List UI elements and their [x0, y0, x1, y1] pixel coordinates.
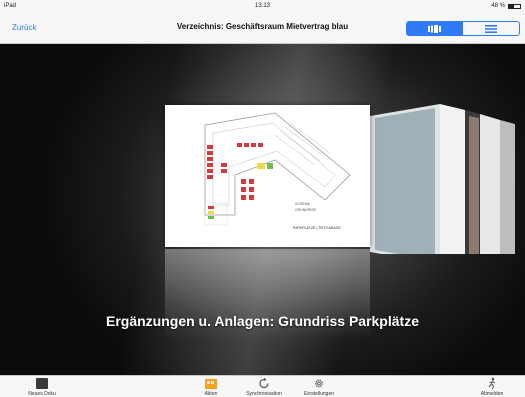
tab-new-document[interactable]: Neues Doku	[12, 377, 72, 397]
gear-icon	[315, 379, 323, 388]
document-coverflow[interactable]: SCHEMA GRUNDRISS PARKPLÄTZE | TIEFGARAGE…	[0, 44, 525, 375]
document-icon	[36, 378, 48, 389]
clock: 13:13	[254, 3, 270, 9]
tab-sync[interactable]: Synchronisation	[234, 377, 294, 397]
tab-logout[interactable]: Abmelden	[462, 377, 522, 397]
tab-settings[interactable]: Einstellungen	[289, 377, 349, 397]
coverflow-view-button[interactable]	[407, 22, 463, 35]
tab-settings-label: Einstellungen	[303, 391, 335, 397]
coverflow-icon	[428, 24, 441, 33]
navigation-bar: Zurück Verzeichnis: Geschäftsraum Mietve…	[0, 12, 525, 44]
folder-icon	[205, 379, 217, 389]
list-view-button[interactable]	[463, 22, 519, 35]
battery-status: 48 %	[491, 3, 521, 9]
plan-label-schema: SCHEMA	[295, 202, 311, 206]
tab-logout-label: Abmelden	[480, 391, 504, 397]
stacked-documents[interactable]	[365, 104, 525, 254]
battery-icon	[508, 3, 521, 9]
battery-percent: 48 %	[491, 3, 505, 9]
plan-label-grundriss: GRUNDRISS	[295, 208, 317, 212]
logout-icon	[488, 377, 496, 390]
document-caption: Ergänzungen u. Anlagen: Grundriss Parkpl…	[106, 313, 419, 329]
view-mode-segmented-control	[406, 21, 520, 36]
document-preview[interactable]: SCHEMA GRUNDRISS PARKPLÄTZE | TIEFGARAGE	[165, 105, 370, 247]
tab-new-document-label: Neues Doku	[28, 391, 56, 397]
status-bar: iPad 13:13 48 %	[0, 0, 525, 12]
floor-plan-image: SCHEMA GRUNDRISS PARKPLÄTZE | TIEFGARAGE	[204, 112, 351, 230]
list-icon	[485, 24, 497, 33]
tab-sync-label: Synchronisation	[246, 391, 282, 397]
plan-footer: PARKPLÄTZE | TIEFGARAGE	[293, 226, 342, 230]
tab-files-label: Akten	[204, 391, 218, 397]
sync-icon	[259, 377, 269, 389]
tab-bar: Neues Doku Akten Synchronisation Einstel…	[0, 375, 525, 397]
tab-files[interactable]: Akten	[181, 377, 241, 397]
